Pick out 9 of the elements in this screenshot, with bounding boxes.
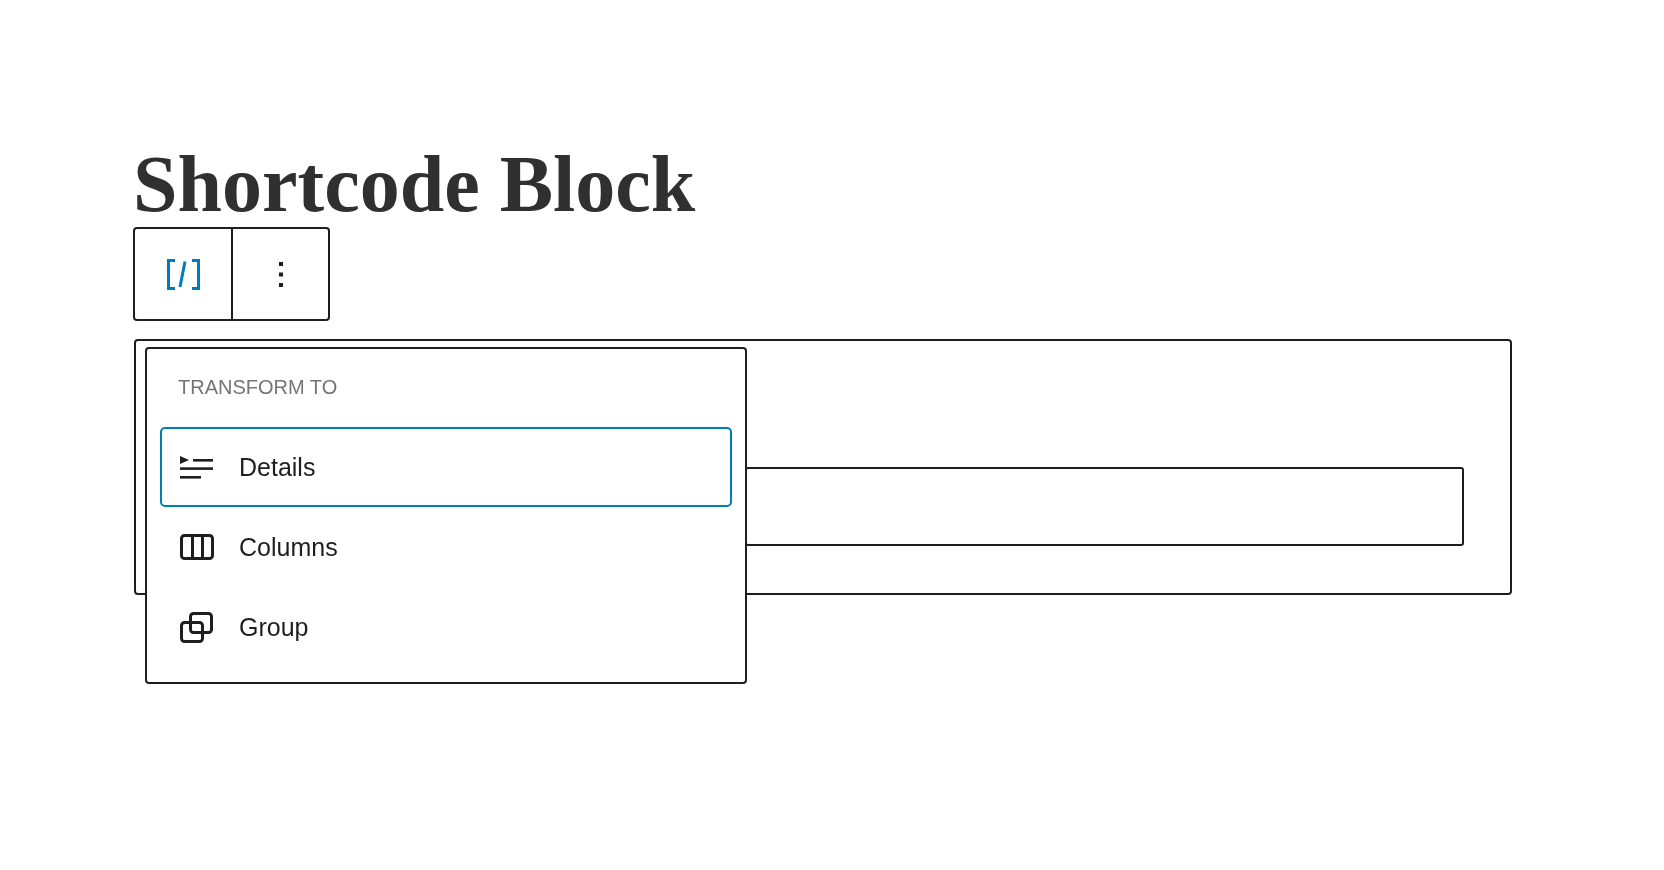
page-title: Shortcode Block	[133, 144, 696, 224]
columns-icon	[180, 534, 214, 560]
menu-item[interactable]: Details	[160, 427, 732, 507]
list-with-triangle-icon	[180, 455, 213, 479]
brackets-slash-icon	[166, 258, 200, 290]
shortcode-field[interactable]	[745, 467, 1464, 546]
vertical-dots-icon	[278, 261, 283, 287]
overlapping-squares-icon	[180, 611, 213, 643]
menu-heading: TRANSFORM TO	[178, 375, 338, 400]
